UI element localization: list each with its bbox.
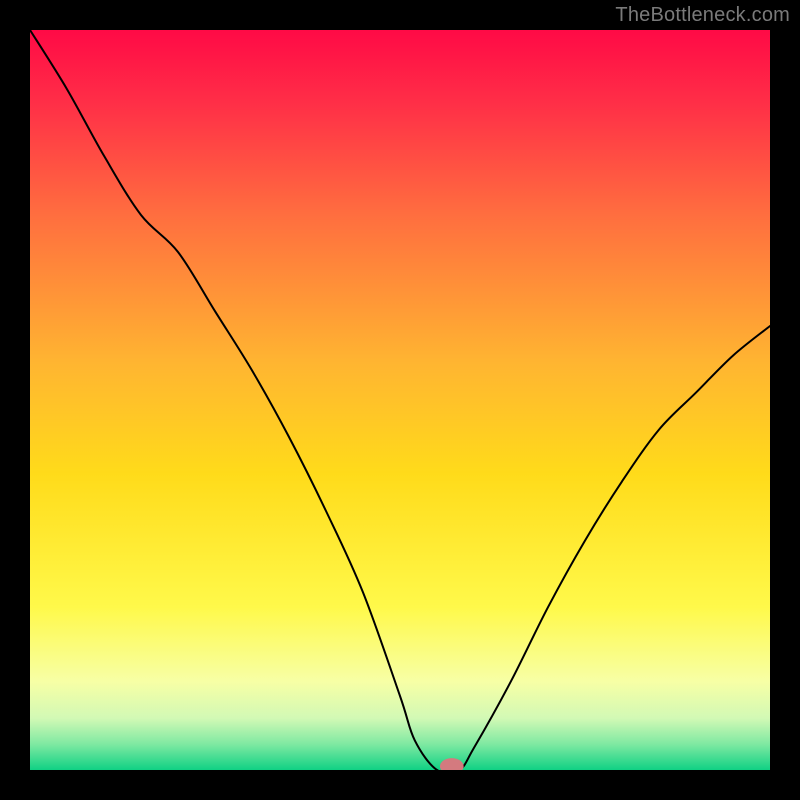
- outer-frame: TheBottleneck.com: [0, 0, 800, 800]
- chart-svg: [30, 30, 770, 770]
- chart-plot-area: [30, 30, 770, 770]
- watermark-text: TheBottleneck.com: [615, 4, 790, 27]
- gradient-background: [30, 30, 770, 770]
